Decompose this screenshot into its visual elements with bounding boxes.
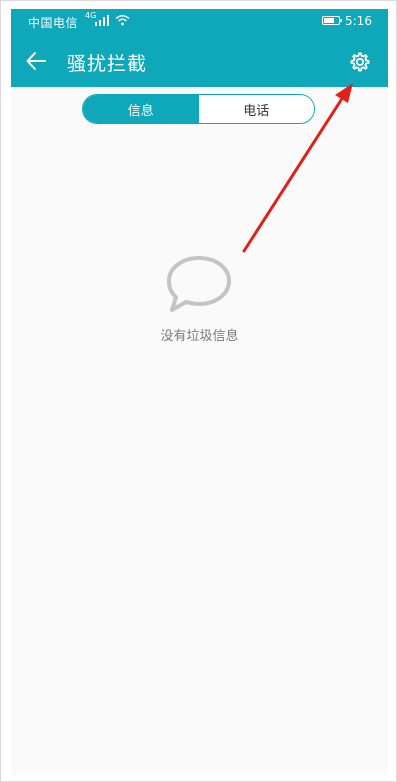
- gear-icon[interactable]: [349, 51, 371, 73]
- battery-icon: [322, 16, 342, 25]
- carrier-name: 中国电信: [28, 16, 79, 30]
- page-title: 骚扰拦截: [67, 53, 148, 75]
- app-bar: 骚扰拦截: [11, 35, 388, 87]
- screenshot-frame: 中国电信 4G 5:16 骚扰拦截 信息 电话 没有垃圾信息: [0, 0, 397, 782]
- signal-strength-icon: [95, 15, 111, 26]
- back-arrow-icon[interactable]: [24, 49, 48, 73]
- wifi-icon: [115, 15, 130, 26]
- clock: 5:16: [345, 14, 372, 28]
- empty-state-text: 没有垃圾信息: [160, 329, 239, 344]
- tab-messages[interactable]: 信息: [83, 95, 199, 123]
- message-call-tabs: 信息 电话: [82, 94, 315, 124]
- chat-bubble-icon: [167, 256, 231, 312]
- phone-screen: 中国电信 4G 5:16 骚扰拦截 信息 电话 没有垃圾信息: [11, 9, 388, 775]
- status-bar: 中国电信 4G 5:16: [11, 9, 388, 35]
- tab-calls[interactable]: 电话: [198, 95, 314, 123]
